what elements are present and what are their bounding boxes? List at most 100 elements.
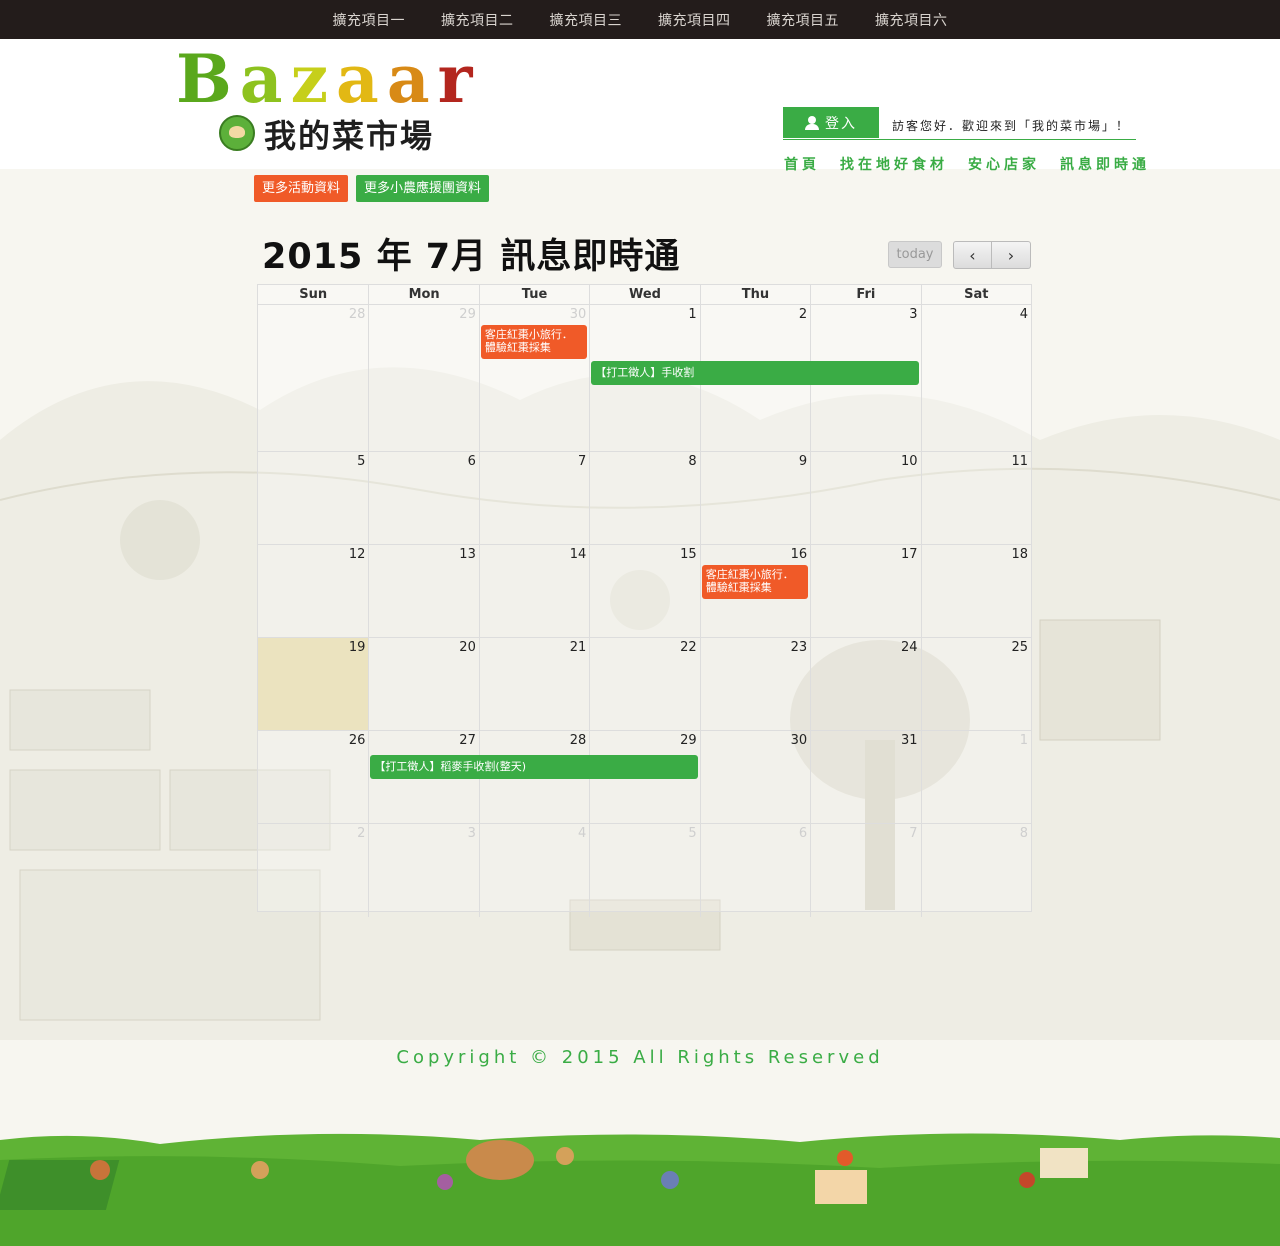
calendar-day[interactable]: 9 xyxy=(699,452,810,544)
day-number: 13 xyxy=(459,547,476,562)
weekday-sun: Sun xyxy=(299,287,328,302)
day-number: 8 xyxy=(688,454,697,469)
logo-letter: a xyxy=(239,40,291,118)
day-number: 5 xyxy=(357,454,366,469)
calendar-week: 12 13 14 15 16 17 18 客庄紅棗小旅行．體驗紅棗採集 xyxy=(258,545,1031,638)
nav-news[interactable]: 訊息即時通 xyxy=(1060,154,1150,174)
calendar-week: 19 20 21 22 23 24 25 xyxy=(258,638,1031,731)
calendar-day[interactable]: 5 xyxy=(258,452,368,544)
weekday-tue: Tue xyxy=(478,285,589,305)
nav-find-food[interactable]: 找在地好食材 xyxy=(840,154,948,174)
logo-letter: a xyxy=(386,40,438,118)
top-nav-item-5[interactable]: 擴充項目五 xyxy=(767,10,840,30)
day-number: 9 xyxy=(798,454,808,469)
day-number: 24 xyxy=(901,640,918,655)
calendar-nav: ‹ › xyxy=(953,241,1031,269)
calendar-day[interactable]: 10 xyxy=(810,452,920,544)
calendar-event[interactable]: 客庄紅棗小旅行．體驗紅棗採集 xyxy=(480,325,588,359)
calendar-day[interactable]: 23 xyxy=(699,638,810,730)
calendar-day-today[interactable]: 19 xyxy=(258,638,369,730)
day-number: 28 xyxy=(348,307,366,322)
more-events-button[interactable]: 更多活動資料 xyxy=(254,175,349,202)
prev-month-button[interactable]: ‹ xyxy=(953,241,992,269)
day-number: 18 xyxy=(1011,547,1028,562)
top-navigation-bar: 擴充項目一 擴充項目二 擴充項目三 擴充項目四 擴充項目五 擴充項目六 xyxy=(0,0,1280,39)
day-number: 4 xyxy=(578,826,587,841)
calendar-day[interactable]: 30 xyxy=(699,731,810,823)
calendar-day[interactable]: 24 xyxy=(810,638,920,730)
calendar-week: 2 3 4 5 6 7 8 xyxy=(258,824,1031,917)
calendar-day[interactable]: 21 xyxy=(478,638,589,730)
calendar-day[interactable]: 8 xyxy=(589,452,699,544)
calendar-day[interactable]: 4 xyxy=(478,824,589,917)
weekday-thu: Thu xyxy=(699,285,810,305)
day-number: 2 xyxy=(357,826,366,841)
top-nav-item-2[interactable]: 擴充項目二 xyxy=(441,10,514,30)
calendar-day[interactable]: 31 xyxy=(810,731,920,823)
day-number: 3 xyxy=(909,307,918,322)
action-buttons: 更多活動資料 更多小農應援團資料 xyxy=(254,175,490,202)
calendar-day[interactable]: 11 xyxy=(920,452,1031,544)
day-number: 1 xyxy=(688,307,697,322)
calendar-day[interactable]: 13 xyxy=(368,545,478,637)
login-button[interactable]: 登入 xyxy=(783,107,879,138)
calendar-day[interactable]: 25 xyxy=(920,638,1031,730)
top-nav-item-1[interactable]: 擴充項目一 xyxy=(333,10,406,30)
calendar-day[interactable]: 6 xyxy=(699,824,810,917)
header-divider xyxy=(783,139,1136,140)
calendar-day[interactable]: 29 xyxy=(368,305,478,451)
site-header: Bazaar 我的菜市場 登入 訪客您好．歡迎來到「我的菜市場」！ 首頁 找在地… xyxy=(0,39,1280,173)
calendar-day[interactable]: 3 xyxy=(368,824,478,917)
day-number: 29 xyxy=(459,307,476,322)
calendar-event[interactable]: 【打工徵人】手收割 xyxy=(591,361,919,385)
nav-home[interactable]: 首頁 xyxy=(784,154,820,174)
calendar-day[interactable]: 22 xyxy=(589,638,699,730)
day-number: 28 xyxy=(569,733,587,748)
calendar-day[interactable]: 20 xyxy=(368,638,478,730)
calendar-day[interactable]: 6 xyxy=(368,452,478,544)
day-number: 4 xyxy=(1019,307,1028,322)
calendar-week: 26 27 28 29 30 31 1 【打工徵人】稻麥手收割(整天) xyxy=(258,731,1031,824)
today-button[interactable]: today xyxy=(888,241,942,268)
logo-letter: z xyxy=(290,40,337,118)
calendar-day[interactable]: 7 xyxy=(810,824,920,917)
day-number: 2 xyxy=(798,307,808,322)
day-number: 3 xyxy=(467,826,476,841)
day-number: 29 xyxy=(680,733,697,748)
day-number: 19 xyxy=(348,640,366,655)
next-month-button[interactable]: › xyxy=(992,241,1031,269)
calendar-day[interactable]: 5 xyxy=(589,824,699,917)
calendar-day[interactable]: 28 xyxy=(258,305,368,451)
day-number: 15 xyxy=(680,547,697,562)
calendar-event[interactable]: 客庄紅棗小旅行．體驗紅棗採集 xyxy=(701,565,809,599)
calendar-day[interactable]: 4 xyxy=(920,305,1031,451)
calendar-day[interactable]: 12 xyxy=(258,545,368,637)
calendar-day[interactable]: 17 xyxy=(810,545,920,637)
day-number: 26 xyxy=(348,733,366,748)
weekday-mon: Mon xyxy=(368,285,478,305)
calendar-event[interactable]: 【打工徵人】稻麥手收割(整天) xyxy=(370,755,698,779)
top-nav-item-6[interactable]: 擴充項目六 xyxy=(875,10,948,30)
more-farmers-button[interactable]: 更多小農應援團資料 xyxy=(356,175,490,202)
site-logo[interactable]: Bazaar xyxy=(176,43,480,115)
calendar-day[interactable]: 18 xyxy=(920,545,1031,637)
day-number: 12 xyxy=(348,547,366,562)
calendar-day[interactable]: 14 xyxy=(478,545,589,637)
calendar-title: 2015 年 7月 訊息即時通 xyxy=(262,237,681,277)
calendar-day[interactable]: 1 xyxy=(920,731,1031,823)
day-number: 8 xyxy=(1019,826,1028,841)
top-nav-item-4[interactable]: 擴充項目四 xyxy=(658,10,731,30)
calendar-day[interactable]: 15 xyxy=(589,545,699,637)
top-nav-item-3[interactable]: 擴充項目三 xyxy=(550,10,623,30)
day-number: 30 xyxy=(790,733,808,748)
calendar-day[interactable]: 2 xyxy=(258,824,368,917)
weekday-header: Sun Mon Tue Wed Thu Fri Sat xyxy=(258,285,1031,305)
day-number: 20 xyxy=(459,640,476,655)
calendar-weeks: 28 29 30 1 2 3 4 客庄紅棗小旅行．體驗紅棗採集 【打工徵人】手收割 5 6 7 8 9 10… xyxy=(258,305,1031,917)
nav-safe-stores[interactable]: 安心店家 xyxy=(968,154,1040,174)
day-number: 1 xyxy=(1019,733,1028,748)
calendar-day[interactable]: 7 xyxy=(478,452,589,544)
day-number: 7 xyxy=(578,454,587,469)
calendar-day[interactable]: 26 xyxy=(258,731,368,823)
calendar-day[interactable]: 8 xyxy=(920,824,1031,917)
